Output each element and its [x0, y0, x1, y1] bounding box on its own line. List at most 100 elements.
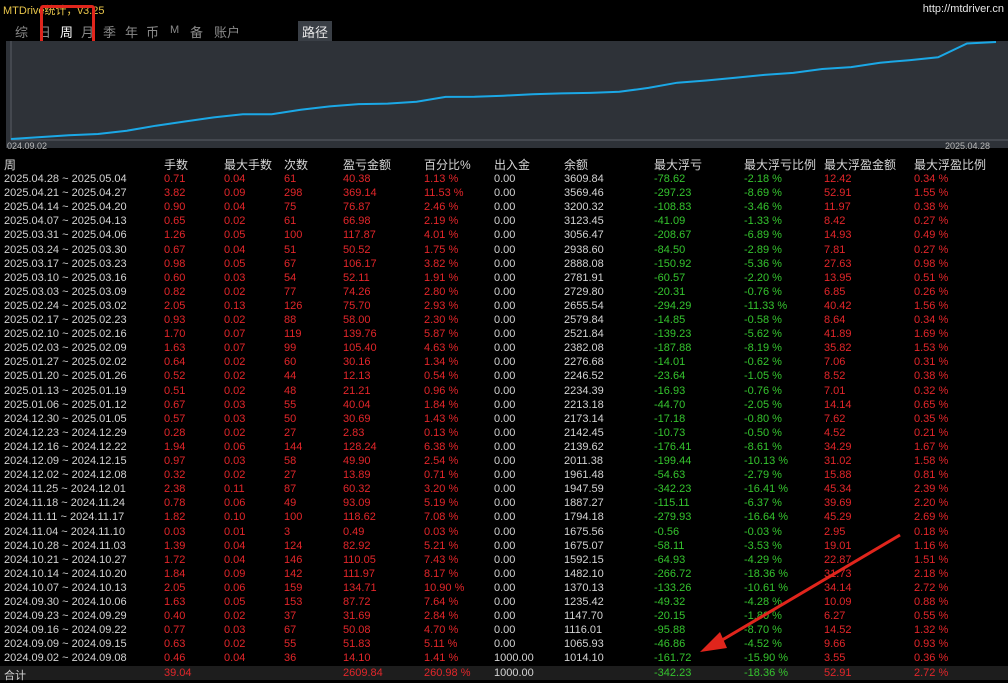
cell-col-pnl: 13.89 — [343, 469, 371, 482]
cell-col-pct: 7.64 % — [424, 596, 459, 608]
cell-col-max-floating-profit: 35.82 — [824, 342, 852, 355]
cell-col-week: 2024.10.28 ~ 2024.11.03 — [4, 539, 126, 552]
table-row: 2024.09.16 ~ 2024.09.22 0.77 0.03 67 50.08 4.… — [0, 623, 1008, 637]
cell-col-deposit: 0.00 — [494, 469, 516, 482]
table-row: 2024.09.02 ~ 2024.09.08 0.46 0.04 36 14.10 1.… — [0, 651, 1008, 665]
header-col-max-lots[interactable]: 最大手数 — [224, 156, 272, 173]
header-col-max-floating-profit-pct[interactable]: 最大浮盈比例 — [914, 156, 986, 173]
cell-col-max-drawdown: -108.83 — [654, 201, 692, 214]
table-row: 2025.02.10 ~ 2025.02.16 1.70 0.07 119 139.76… — [0, 327, 1008, 341]
cell-col-max-floating-profit: 34.14 — [824, 581, 852, 594]
header-col-max-drawdown[interactable]: 最大浮亏 — [654, 156, 702, 173]
cell-col-balance: 2139.62 — [564, 440, 604, 453]
cell-col-max-floating-profit-pct: 2.69 % — [914, 511, 949, 524]
cell-col-trades: 142 — [284, 567, 303, 580]
cell-col-max-floating-profit-pct: 1.67 % — [914, 440, 949, 453]
cell-col-max-lots: 0.03 — [224, 455, 246, 467]
cell-col-max-floating-profit-pct: 0.38 % — [914, 370, 949, 383]
tab-currency[interactable]: 币 — [146, 22, 159, 41]
tab-year[interactable]: 年 — [125, 22, 138, 41]
cell-col-max-drawdown-pct: -11.33 % — [744, 299, 788, 312]
site-link[interactable]: http://mtdriver.cn — [923, 3, 1004, 15]
cell-col-max-lots: 0.10 — [224, 511, 246, 524]
cell-col-week: 2025.03.03 ~ 2025.03.09 — [4, 285, 127, 298]
cell-col-lots: 0.28 — [164, 426, 186, 439]
cell-col-max-drawdown-pct: -4.28 % — [744, 596, 782, 608]
header-col-deposit[interactable]: 出入金 — [494, 156, 530, 173]
tab-note[interactable]: 备 — [190, 22, 203, 41]
cell-col-max-floating-profit: 52.91 — [824, 187, 852, 200]
tab-account[interactable]: 账户 — [214, 22, 240, 41]
cell-col-week: 2024.12.30 ~ 2025.01.05 — [4, 412, 127, 425]
cell-col-lots: 0.98 — [164, 257, 186, 270]
table-row: 2024.09.09 ~ 2024.09.15 0.63 0.02 55 51.83 5.… — [0, 637, 1008, 651]
cell-col-pnl: 30.69 — [343, 412, 371, 425]
cell-col-max-floating-profit: 14.52 — [824, 624, 852, 637]
cell-col-max-floating-profit-pct: 1.32 % — [914, 624, 949, 637]
cell-col-max-drawdown: -342.23 — [654, 483, 692, 496]
cell-col-trades: 48 — [284, 384, 297, 397]
cell-col-max-drawdown-pct: -5.62 % — [744, 328, 782, 341]
cell-col-trades: 61 — [284, 215, 297, 228]
tab-summary[interactable]: 综 — [15, 22, 28, 41]
cell-col-max-drawdown-pct: -2.18 % — [744, 173, 782, 185]
cell-col-max-floating-profit-pct: 2.18 % — [914, 567, 949, 580]
cell-col-lots: 0.60 — [164, 271, 186, 284]
cell-col-max-drawdown: -176.41 — [654, 440, 692, 453]
table-row: 2025.03.03 ~ 2025.03.09 0.82 0.02 77 74.26 2.… — [0, 285, 1008, 299]
cell-col-lots: 0.03 — [164, 525, 186, 538]
table-row: 2025.04.14 ~ 2025.04.20 0.90 0.04 75 76.87 2.… — [0, 200, 1008, 214]
header-col-balance[interactable]: 余额 — [564, 156, 588, 173]
cell-col-lots: 2.05 — [164, 581, 186, 594]
tab-m[interactable]: M — [170, 24, 179, 36]
header-col-trades[interactable]: 次数 — [284, 156, 308, 173]
header-col-lots[interactable]: 手数 — [164, 156, 188, 173]
cell-col-pnl: 58.00 — [343, 314, 371, 326]
cell-col-max-floating-profit: 8.64 — [824, 314, 846, 326]
cell-col-max-drawdown-pct: -8.61 % — [744, 440, 782, 453]
cell-col-max-drawdown: -14.01 — [654, 356, 686, 369]
cell-col-deposit: 0.00 — [494, 624, 516, 637]
cell-col-max-drawdown-pct: -6.37 % — [744, 497, 782, 510]
cell-col-deposit: 0.00 — [494, 328, 516, 341]
cell-col-week: 2024.12.02 ~ 2024.12.08 — [4, 469, 127, 482]
tab-path[interactable]: 路径 — [298, 21, 333, 42]
tab-day[interactable]: 日 — [38, 22, 51, 41]
cell-col-max-floating-profit: 7.62 — [824, 412, 846, 425]
header-col-pct[interactable]: 百分比% — [424, 156, 471, 173]
cell-col-max-lots: 0.06 — [224, 497, 246, 510]
tab-week[interactable]: 周 — [60, 22, 73, 41]
header-col-max-floating-profit[interactable]: 最大浮盈金额 — [824, 156, 896, 173]
tab-month[interactable]: 月 — [81, 22, 94, 41]
cell-col-max-drawdown: -266.72 — [654, 567, 692, 580]
table-row: 2025.03.31 ~ 2025.04.06 1.26 0.05 100 117.87… — [0, 228, 1008, 242]
cell-col-max-drawdown: -14.85 — [654, 314, 686, 326]
cell-col-pct: 5.21 % — [424, 539, 459, 552]
cell-col-trades: 119 — [284, 328, 302, 341]
cell-col-max-lots: 0.02 — [224, 638, 246, 651]
cell-col-max-floating-profit: 15.88 — [824, 469, 852, 482]
cell-col-max-lots: 0.02 — [224, 285, 246, 298]
cell-col-balance: 2011.38 — [564, 455, 603, 467]
header-col-pnl[interactable]: 盈亏金额 — [343, 156, 391, 173]
cell-col-max-floating-profit-pct: 1.53 % — [914, 342, 949, 355]
cell-col-max-floating-profit-pct: 1.56 % — [914, 299, 949, 312]
header-col-max-drawdown-pct[interactable]: 最大浮亏比例 — [744, 156, 816, 173]
cell-col-trades: 55 — [284, 638, 297, 651]
cell-col-balance: 2213.18 — [564, 398, 604, 411]
cell-col-max-drawdown: -20.15 — [654, 610, 686, 623]
app-title: MTDrive统计，v3.25 — [3, 5, 105, 17]
cell-col-max-floating-profit: 12.42 — [824, 173, 852, 185]
cell-col-pct: 1.75 % — [424, 243, 459, 256]
cell-col-pct: 1.34 % — [424, 356, 459, 369]
cell-col-max-drawdown: -23.64 — [654, 370, 686, 383]
cell-col-trades: 27 — [284, 426, 297, 439]
table-row: 2024.12.30 ~ 2025.01.05 0.57 0.03 50 30.69 1.… — [0, 412, 1008, 426]
tab-quarter[interactable]: 季 — [103, 22, 116, 41]
cell-col-deposit: 1000.00 — [494, 652, 534, 665]
cell-col-lots: 1.26 — [164, 229, 186, 242]
cell-col-pnl: 49.90 — [343, 455, 371, 467]
header-col-week[interactable]: 周 — [4, 156, 16, 173]
cell-col-max-drawdown-pct: -3.53 % — [744, 539, 782, 552]
cell-col-max-lots: 0.04 — [224, 652, 246, 665]
